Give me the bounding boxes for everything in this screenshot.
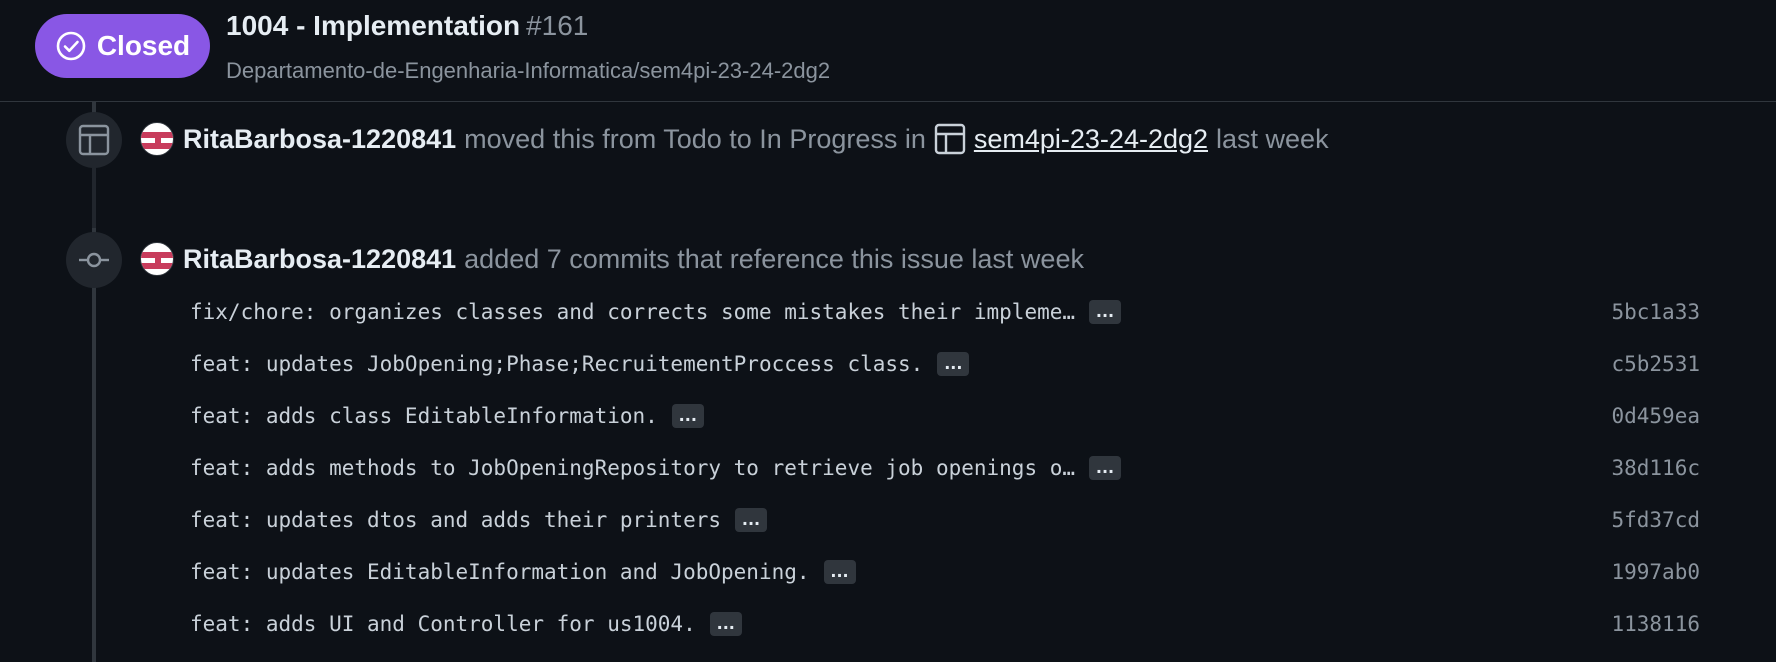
- project-table-icon: [66, 112, 122, 168]
- issue-header: Closed 1004 - Implementation #161 Departa…: [0, 0, 1776, 102]
- expand-commit-button[interactable]: ...: [735, 508, 768, 532]
- commit-message[interactable]: feat: adds class EditableInformation.: [190, 404, 658, 428]
- commit-row: feat: updates EditableInformation and Jo…: [190, 552, 1700, 592]
- event-author[interactable]: RitaBarbosa-1220841: [183, 124, 456, 155]
- event-time[interactable]: last week: [1216, 124, 1329, 155]
- avatar[interactable]: [140, 242, 174, 276]
- issue-title[interactable]: 1004 - Implementation #161: [226, 10, 588, 42]
- expand-commit-button[interactable]: ...: [709, 612, 742, 636]
- commit-row: feat: adds class EditableInformation. ..…: [190, 396, 1700, 436]
- commit-message[interactable]: feat: updates dtos and adds their printe…: [190, 508, 721, 532]
- state-label: Closed: [96, 30, 191, 61]
- commit-message[interactable]: feat: updates EditableInformation and Jo…: [190, 560, 810, 584]
- issue-number: #161: [526, 10, 589, 41]
- project-link[interactable]: sem4pi-23-24-2dg2: [974, 124, 1208, 155]
- repository-path[interactable]: Departamento-de-Engenharia-Informatica/s…: [226, 58, 830, 84]
- issue-title-text[interactable]: 1004 - Implementation: [226, 10, 520, 41]
- closed-state-badge: Closed: [35, 14, 210, 78]
- commit-row: feat: updates dtos and adds their printe…: [190, 500, 1700, 540]
- git-commit-icon: [66, 232, 122, 288]
- expand-commit-button[interactable]: ...: [823, 560, 856, 584]
- avatar[interactable]: [140, 122, 174, 156]
- commit-row: fix/chore: organizes classes and correct…: [190, 292, 1700, 332]
- expand-commit-button[interactable]: ...: [1089, 300, 1122, 324]
- commit-row: feat: adds methods to JobOpeningReposito…: [190, 448, 1700, 488]
- commit-message[interactable]: feat: updates JobOpening;Phase;Recruitem…: [190, 352, 923, 376]
- commit-message[interactable]: feat: adds UI and Controller for us1004.: [190, 612, 696, 636]
- commit-row: feat: updates JobOpening;Phase;Recruitem…: [190, 344, 1700, 384]
- expand-commit-button[interactable]: ...: [1089, 456, 1122, 480]
- commit-row: feat: adds UI and Controller for us1004.…: [190, 604, 1700, 644]
- event-moved-project: RitaBarbosa-1220841 moved this from Todo…: [140, 122, 1329, 156]
- event-text: moved this from Todo to In Progress in: [464, 123, 926, 154]
- commit-message[interactable]: feat: adds methods to JobOpeningReposito…: [190, 456, 1075, 480]
- commit-sha[interactable]: 1138116: [1611, 612, 1700, 636]
- commit-sha[interactable]: c5b2531: [1611, 352, 1700, 376]
- check-circle-icon: [56, 31, 86, 61]
- event-author[interactable]: RitaBarbosa-1220841: [183, 244, 456, 275]
- commit-sha[interactable]: 5fd37cd: [1611, 508, 1700, 532]
- commit-sha[interactable]: 1997ab0: [1611, 560, 1700, 584]
- commit-sha[interactable]: 5bc1a33: [1611, 300, 1700, 324]
- expand-commit-button[interactable]: ...: [671, 404, 704, 428]
- event-text: added 7 commits that reference this issu…: [464, 243, 1084, 274]
- commit-message[interactable]: fix/chore: organizes classes and correct…: [190, 300, 1075, 324]
- project-table-icon: [934, 123, 966, 155]
- event-added-commits: RitaBarbosa-1220841 added 7 commits that…: [140, 242, 1092, 276]
- expand-commit-button[interactable]: ...: [937, 352, 970, 376]
- commit-sha[interactable]: 38d116c: [1611, 456, 1700, 480]
- commit-sha[interactable]: 0d459ea: [1611, 404, 1700, 428]
